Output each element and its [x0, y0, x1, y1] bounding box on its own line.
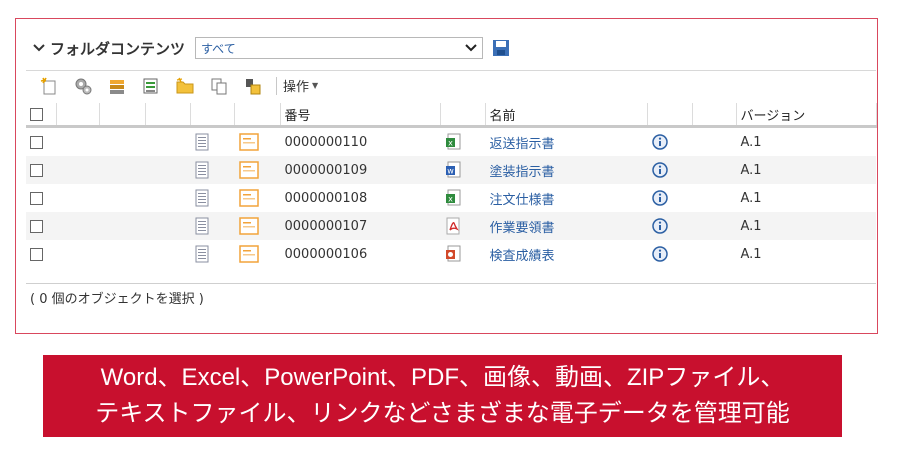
copy-icon[interactable]	[208, 75, 230, 97]
word-file-icon[interactable]: w	[445, 161, 461, 179]
document-details-icon[interactable]	[195, 217, 209, 235]
row-checkbox[interactable]	[30, 247, 43, 261]
caption-line-1: Word、Excel、PowerPoint、PDF、画像、動画、ZIPファイル、	[100, 364, 785, 391]
svg-text:w: w	[447, 167, 454, 176]
excel-file-icon[interactable]: x	[445, 133, 461, 151]
row-select-cell	[26, 240, 56, 268]
row-select-cell	[26, 127, 56, 157]
table-row[interactable]: 0000000109 w 塗装指示書 A.1	[26, 156, 876, 184]
operations-label: 操作	[283, 80, 310, 95]
row-name-link[interactable]: 作業要領書	[490, 221, 555, 236]
caption-line-2: テキストファイル、リンクなどさまざまな電子データを管理可能	[95, 400, 790, 427]
select-all-cell	[26, 103, 57, 128]
svg-text:x: x	[448, 195, 453, 204]
row-number: 0000000109	[280, 156, 440, 184]
info-icon[interactable]	[651, 246, 668, 262]
excel-file-icon[interactable]: x	[445, 189, 461, 207]
info-icon[interactable]	[651, 190, 668, 206]
column-header-number[interactable]: 番号	[280, 103, 441, 128]
row-checkbox[interactable]	[30, 163, 43, 177]
row-name-link[interactable]: 返送指示書	[490, 137, 555, 152]
toolbar-divider	[276, 76, 277, 95]
folder-contents-panel: フォルダコンテンツ すべて 操作 ▼ 番号 名前 バージョン 000000011…	[15, 18, 878, 334]
note-icon[interactable]	[238, 161, 259, 179]
table-header-row: 番号 名前 バージョン	[26, 103, 877, 128]
column-header-version[interactable]: バージョン	[736, 103, 877, 128]
import-icon[interactable]	[106, 75, 128, 97]
row-name-link[interactable]: 検査成績表	[490, 249, 555, 264]
info-icon[interactable]	[651, 134, 668, 150]
settings-icon[interactable]	[72, 75, 94, 97]
info-icon[interactable]	[651, 162, 668, 178]
row-number: 0000000108	[284, 190, 368, 206]
contents-table: 番号 名前 バージョン 0000000110 x 返送指示書 A.1 000000010…	[26, 103, 877, 268]
document-details-icon[interactable]	[195, 133, 209, 151]
caret-down-icon: ▼	[312, 81, 319, 90]
note-icon[interactable]	[238, 245, 259, 263]
row-version: A.1	[740, 134, 762, 150]
new-object-icon[interactable]	[38, 75, 60, 97]
panel-header: フォルダコンテンツ すべて	[30, 35, 511, 61]
move-icon[interactable]	[242, 75, 264, 97]
pdf-file-icon[interactable]	[445, 217, 461, 235]
document-details-icon[interactable]	[195, 189, 209, 207]
note-icon[interactable]	[238, 133, 259, 151]
table-row[interactable]: 0000000110 x 返送指示書 A.1	[26, 127, 876, 157]
row-select-cell	[26, 184, 56, 212]
row-select-cell	[26, 212, 56, 240]
filter-select-value: すべて	[201, 41, 236, 56]
note-icon[interactable]	[238, 217, 259, 235]
table-row[interactable]: 0000000108 x 注文仕様書 A.1	[26, 184, 876, 212]
row-number: 0000000110	[284, 134, 368, 150]
table-row[interactable]: 0000000106 検査成績表 A.1	[26, 240, 876, 268]
toolbar: 操作 ▼	[26, 70, 876, 100]
checklist-icon[interactable]	[140, 75, 162, 97]
folder-icon[interactable]	[174, 75, 196, 97]
info-icon[interactable]	[651, 218, 668, 234]
row-name-link[interactable]: 注文仕様書	[490, 193, 555, 208]
powerpoint-file-icon[interactable]	[445, 245, 461, 263]
row-checkbox[interactable]	[30, 135, 43, 149]
row-version: A.1	[736, 212, 876, 240]
row-version: A.1	[736, 156, 876, 184]
filter-select[interactable]: すべて	[195, 37, 484, 59]
document-details-icon[interactable]	[195, 161, 209, 179]
row-checkbox[interactable]	[30, 219, 43, 233]
svg-text:x: x	[448, 139, 453, 148]
save-icon[interactable]	[491, 38, 511, 58]
row-checkbox[interactable]	[30, 191, 43, 205]
row-version: A.1	[740, 190, 762, 206]
document-details-icon[interactable]	[195, 245, 209, 263]
chevron-down-icon	[465, 41, 477, 56]
row-number: 0000000107	[280, 212, 440, 240]
panel-title: フォルダコンテンツ	[50, 39, 186, 58]
row-number: 0000000106	[284, 246, 368, 262]
caption-banner: Word、Excel、PowerPoint、PDF、画像、動画、ZIPファイル、…	[43, 355, 842, 437]
row-name-link[interactable]: 塗装指示書	[490, 165, 555, 180]
row-version: A.1	[740, 246, 762, 262]
table-row[interactable]: 0000000107 作業要領書 A.1	[26, 212, 876, 240]
note-icon[interactable]	[238, 189, 259, 207]
row-select-cell	[26, 156, 56, 184]
column-header-name[interactable]: 名前	[485, 103, 648, 128]
collapse-chevron-icon[interactable]	[30, 39, 48, 57]
selection-status: ( 0 個のオブジェクトを選択 )	[26, 283, 876, 311]
operations-menu[interactable]: 操作 ▼	[283, 76, 318, 95]
select-all-checkbox[interactable]	[30, 107, 43, 121]
